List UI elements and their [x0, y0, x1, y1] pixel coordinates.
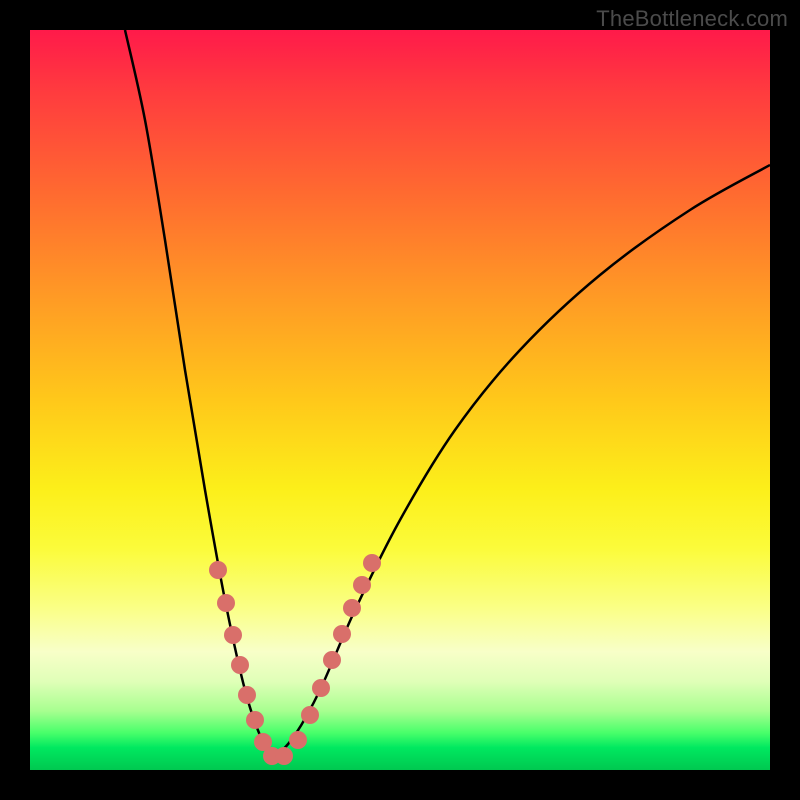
overlay-dot [224, 626, 242, 644]
watermark-text: TheBottleneck.com [596, 6, 788, 32]
overlay-dot [246, 711, 264, 729]
overlay-dot [363, 554, 381, 572]
overlay-dot [217, 594, 235, 612]
overlay-dot [353, 576, 371, 594]
overlay-dot [289, 731, 307, 749]
overlay-dot [301, 706, 319, 724]
dotted-overlay [209, 554, 381, 765]
overlay-dot [323, 651, 341, 669]
overlay-dot [275, 747, 293, 765]
right-branch-curve [275, 165, 770, 758]
overlay-dot [333, 625, 351, 643]
left-branch-curve [125, 30, 275, 758]
overlay-dot [312, 679, 330, 697]
overlay-dot [238, 686, 256, 704]
overlay-dot [209, 561, 227, 579]
overlay-dot [343, 599, 361, 617]
curves-svg [0, 0, 800, 800]
overlay-dot [231, 656, 249, 674]
